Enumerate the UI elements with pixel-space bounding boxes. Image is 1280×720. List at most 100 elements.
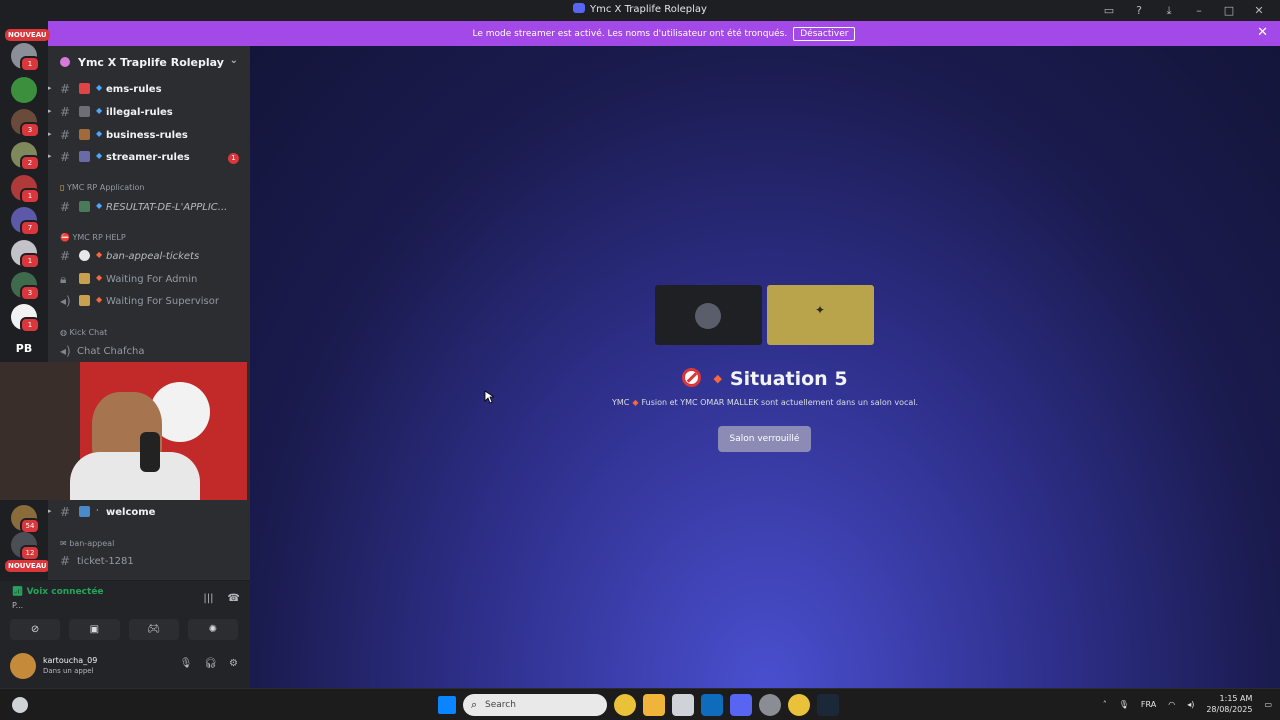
language-indicator[interactable]: FRA [1141,700,1156,709]
chevron-up-icon[interactable]: ˄ [1103,700,1107,709]
close-banner-icon[interactable]: ✕ [1257,25,1268,40]
discord-icon[interactable] [730,694,752,716]
no-entry-icon [682,368,702,387]
channel-waiting-admin[interactable]: 🔒︎ ◆ Waiting For Admin [48,270,250,290]
headphones-icon[interactable]: 🎧︎ [204,658,217,669]
server-icon[interactable]: 1 [11,240,40,269]
steam-icon[interactable] [817,694,839,716]
channel-label: RESULTAT-DE-L'APPLIC... [106,202,228,213]
gear-icon[interactable]: ⚙ [229,658,238,669]
update-icon[interactable] [759,694,781,716]
disable-streamer-button[interactable]: Désactiver [793,27,856,41]
hourglass-icon [79,295,90,306]
server-icon[interactable]: 12 [11,532,40,561]
channel-chat-chafcha[interactable]: ◂) Chat Chafcha [48,342,250,362]
outlook-icon[interactable] [701,694,723,716]
mention-badge: 1 [20,253,40,269]
channel-ban-appeal-tickets[interactable]: # ◆ ban-appeal-tickets [48,247,250,267]
channel-business-rules[interactable]: ▸ # ◆ business-rules [48,126,250,146]
mention-badge: 3 [20,285,40,301]
hash-icon: # [60,150,71,164]
server-icon[interactable]: 54 [11,505,40,534]
server-boost-icon [60,57,70,67]
noise-icon[interactable]: ||| [203,593,213,604]
weather-icon[interactable] [12,697,28,713]
minimize-button[interactable]: – [1184,2,1214,19]
download-icon[interactable]: ⤓ [1154,2,1184,19]
server-icon-pb[interactable]: PB [11,336,37,362]
memo-icon: ▯ [60,183,67,192]
channel-label: welcome [106,507,156,518]
diamond-icon: ◆ [632,398,639,407]
mic-icon[interactable]: 🎙︎ [180,658,193,669]
search-input[interactable]: Search [463,694,607,716]
clock-time: 1:15 AM [1219,694,1253,703]
activity-button[interactable]: 🎮︎ [128,619,179,640]
windows-icon[interactable] [438,696,456,714]
category-application[interactable]: ▯ YMC RP Application [60,183,145,192]
avatar [695,303,721,329]
participant-tile[interactable] [655,285,762,345]
channel-illegal-rules[interactable]: ▸ # ◆ illegal-rules [48,103,250,123]
server-icon[interactable]: 3 [11,109,40,138]
server-icon[interactable]: 1 [11,43,40,72]
webcam-overlay [0,362,247,500]
wifi-icon[interactable]: ◠ [1168,700,1175,709]
server-icon[interactable]: 7 [11,207,40,236]
channel-streamer-rules[interactable]: ▸ # ◆ streamer-rules 1 [48,148,250,168]
member-b: Fusion et YMC [641,398,698,407]
sparkle-icon: ✦ [815,303,826,317]
user-controls: 🎙︎ 🎧︎ ⚙ [168,658,238,669]
skull-icon [79,250,90,261]
server-name: Ymc X Traplife Roleplay [78,56,224,69]
folder-icon[interactable] [643,694,665,716]
channel-ems-rules[interactable]: ▸ # ◆ ems-rules [48,80,250,100]
mention-badge: 12 [20,545,40,561]
camera-button[interactable]: ⊘ [10,619,61,640]
member-a: YMC [611,398,630,407]
server-header[interactable]: Ymc X Traplife Roleplay ⌄ [48,46,250,78]
screen-share-button[interactable]: ▣ [69,619,120,640]
server-icon[interactable] [11,77,37,103]
volume-icon[interactable]: ◂) [1187,700,1194,709]
chrome-icon[interactable] [788,694,810,716]
help-icon[interactable]: ? [1124,2,1154,19]
server-icon[interactable]: 2 [11,142,40,171]
no-entry-icon: ⛔ [60,233,73,242]
new-badge: NOUVEAU [5,560,50,572]
arrow-icon: ▸ [48,507,52,515]
close-window-button[interactable]: ✕ [1244,2,1274,19]
channel-label: business-rules [106,130,188,141]
arrow-icon: ▸ [48,107,52,115]
voice-controls: ||| ☎ [189,593,240,604]
notification-icon[interactable]: ▭ [1264,700,1272,709]
channel-welcome[interactable]: ▸ # · welcome [48,503,250,523]
chrome-icon[interactable] [614,694,636,716]
soundboard-button[interactable]: ✺ [187,619,238,640]
participant-tile[interactable]: ✦ [767,285,874,345]
category-ban-appeal[interactable]: ✉ ban-appeal [60,539,114,548]
server-icon[interactable]: 1 [11,175,40,204]
diamond-icon: ◆ [96,273,103,282]
diamond-icon: ◆ [96,106,103,115]
server-icon[interactable]: 1 [11,304,40,333]
maximize-button[interactable]: □ [1214,2,1244,19]
inbox-icon[interactable]: ▭ [1094,2,1124,19]
person-icon [79,201,90,212]
channel-ticket[interactable]: # ticket-1281 [48,552,250,572]
channel-resultat[interactable]: # ◆ RESULTAT-DE-L'APPLIC... [48,198,250,218]
locked-channel-button[interactable]: Salon verrouillé [718,426,811,452]
clock[interactable]: 1:15 AM 28/08/2025 [1206,693,1252,715]
disconnect-icon[interactable]: ☎ [228,593,240,604]
category-help[interactable]: ⛔ YMC RP HELP [60,233,126,242]
hash-icon: # [60,128,71,142]
channel-label: ticket-1281 [77,556,134,567]
hash-icon: # [60,554,71,568]
category-kick[interactable]: ◍ Kick Chat [60,328,107,337]
diamond-icon: ◆ [96,83,103,92]
mic-icon[interactable]: 🎙︎ [1119,700,1129,709]
calculator-icon[interactable] [672,694,694,716]
avatar[interactable] [10,653,36,679]
server-icon[interactable]: 3 [11,272,40,301]
channel-waiting-supervisor[interactable]: ◂) ◆ Waiting For Supervisor [48,292,250,312]
